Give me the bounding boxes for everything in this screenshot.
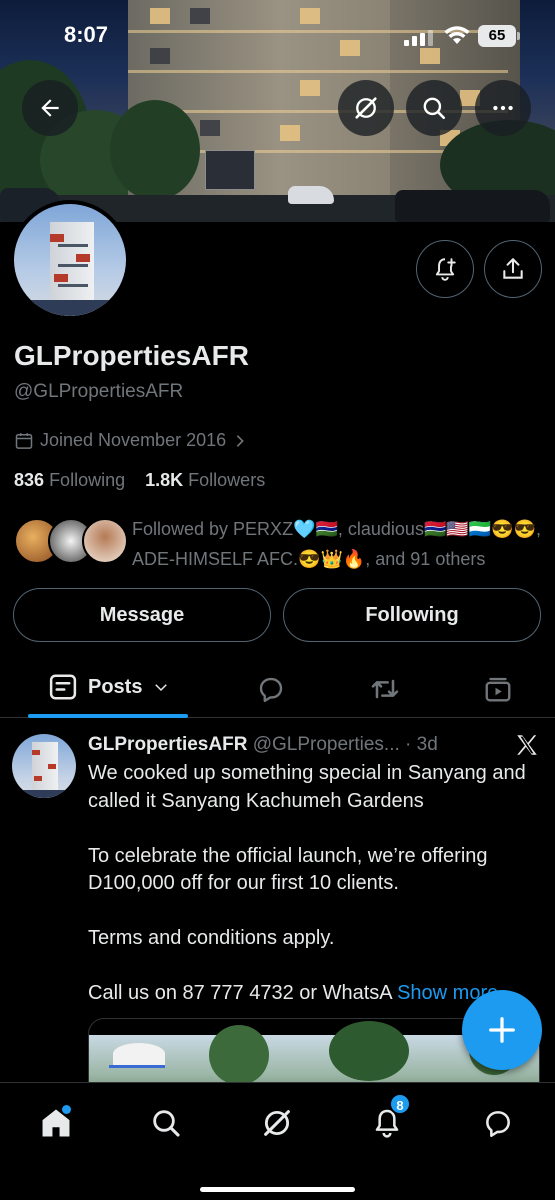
nav-notifications[interactable]: 8 <box>363 1093 411 1147</box>
nav-messages[interactable] <box>474 1099 522 1147</box>
joined-date-row[interactable]: Joined November 2016 <box>14 430 248 451</box>
back-button[interactable] <box>22 80 78 136</box>
followers-label: Followers <box>188 470 266 490</box>
followed-by-text: Followed by PERXZ🩵🇬🇲, claudious🇬🇲🇺🇸🇸🇱😎😎,… <box>132 519 541 569</box>
profile-display-name: GLPropertiesAFR <box>14 340 249 371</box>
messages-icon <box>486 1111 510 1137</box>
home-unread-dot <box>62 1105 71 1114</box>
followed-by-row[interactable]: Followed by PERXZ🩵🇬🇲, claudious🇬🇲🇺🇸🇸🇱😎😎,… <box>14 514 544 570</box>
battery-indicator: 65 <box>478 25 520 47</box>
more-button[interactable] <box>475 80 531 136</box>
nav-grok[interactable] <box>253 1099 301 1147</box>
nav-home[interactable] <box>32 1099 80 1147</box>
tweet-header: GLPropertiesAFR @GLProperties... · 3d <box>88 734 438 756</box>
share-icon <box>503 258 523 279</box>
tweet-text: We cooked up something special in Sanyan… <box>88 762 526 1004</box>
share-button[interactable] <box>484 240 542 298</box>
notify-bell-icon <box>435 258 456 281</box>
more-icon <box>493 105 513 111</box>
repost-icon <box>371 679 399 699</box>
tab-posts[interactable]: Posts <box>48 672 170 702</box>
reply-icon <box>259 677 283 703</box>
search-button[interactable] <box>406 80 462 136</box>
signal-icon <box>404 30 433 46</box>
following-count: 836 <box>14 470 45 490</box>
media-icon <box>485 677 511 702</box>
status-bar: 8:07 65 <box>0 0 555 72</box>
notifications-badge: 8 <box>389 1093 411 1115</box>
notify-button[interactable] <box>416 240 474 298</box>
status-time: 8:07 <box>64 22 109 47</box>
follow-counts: 836 Following 1.8K Followers <box>14 470 265 491</box>
grok-icon <box>264 1110 290 1136</box>
chevron-right-icon <box>236 434 244 447</box>
compose-button[interactable] <box>462 990 542 1070</box>
x-logo-icon <box>517 735 537 755</box>
profile-handle: @GLPropertiesAFR <box>14 381 184 402</box>
avatar-image <box>14 204 126 316</box>
following-button[interactable]: Following <box>283 588 541 642</box>
message-button[interactable]: Message <box>13 588 271 642</box>
follower-avatar <box>82 518 128 564</box>
followers-count: 1.8K <box>145 470 184 490</box>
chevron-down-icon <box>155 684 168 692</box>
profile-avatar[interactable] <box>10 200 130 320</box>
tab-reposts[interactable] <box>368 672 402 706</box>
wifi-icon <box>444 26 470 44</box>
bottom-navigation: 8 <box>0 1082 555 1200</box>
posts-icon <box>49 674 77 700</box>
search-icon <box>153 1110 180 1137</box>
calendar-icon <box>15 432 33 449</box>
tweet-author-avatar[interactable] <box>12 734 76 798</box>
grok-icon <box>355 97 377 119</box>
followers-count-link[interactable]: 1.8K Followers <box>145 470 265 490</box>
profile-tabs: Posts <box>0 660 555 718</box>
grok-button[interactable] <box>338 80 394 136</box>
plus-icon <box>489 1017 515 1043</box>
tweet-author-name[interactable]: GLPropertiesAFR <box>88 734 247 755</box>
joined-date: Joined November 2016 <box>40 430 227 450</box>
tab-replies[interactable] <box>254 672 288 706</box>
nav-search[interactable] <box>142 1099 190 1147</box>
following-count-link[interactable]: 836 Following <box>14 470 125 490</box>
tab-media[interactable] <box>481 672 515 706</box>
home-indicator <box>200 1187 355 1192</box>
tab-posts-label: Posts <box>88 675 143 698</box>
tweet-body: We cooked up something special in Sanyan… <box>88 760 528 1008</box>
search-icon <box>423 97 446 120</box>
following-label: Following <box>49 470 126 490</box>
back-arrow-icon <box>41 99 59 117</box>
tweet-handle-time: @GLProperties... · 3d <box>252 734 438 755</box>
